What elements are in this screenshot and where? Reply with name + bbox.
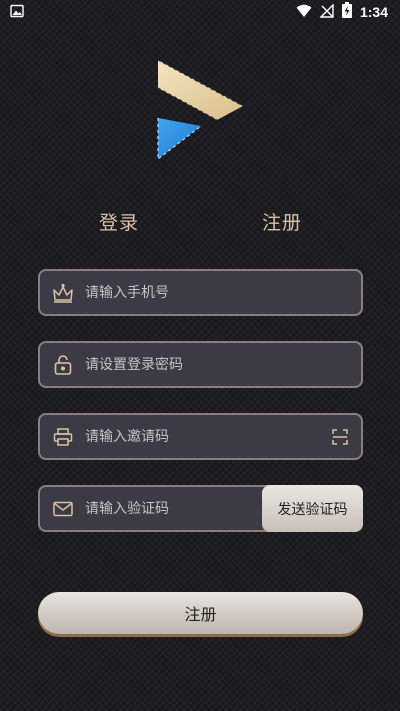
status-time: 1:34 — [359, 4, 388, 20]
play-film-logo-icon — [155, 58, 247, 162]
status-bar: 1:34 — [0, 0, 400, 24]
send-code-button[interactable]: 发送验证码 — [262, 485, 363, 532]
invite-input[interactable] — [85, 415, 331, 458]
scan-icon[interactable] — [331, 428, 349, 446]
no-signal-icon — [319, 2, 334, 22]
unlock-icon — [52, 354, 74, 376]
printer-icon — [52, 426, 74, 448]
crown-icon — [52, 282, 74, 304]
password-input[interactable] — [85, 343, 361, 386]
image-icon — [10, 3, 24, 22]
invite-field[interactable] — [38, 413, 363, 460]
wifi-icon — [296, 3, 312, 22]
verification-code-field[interactable]: 发送验证码 — [38, 485, 363, 532]
battery-charging-icon — [341, 2, 352, 22]
phone-field[interactable] — [38, 269, 363, 316]
mail-icon — [52, 498, 74, 520]
phone-input[interactable] — [85, 271, 361, 314]
tab-login[interactable]: 登录 — [99, 208, 139, 235]
tab-register[interactable]: 注册 — [262, 208, 302, 235]
register-button[interactable]: 注册 — [38, 592, 363, 634]
auth-tabs: 登录 注册 — [0, 208, 400, 238]
password-field[interactable] — [38, 341, 363, 388]
